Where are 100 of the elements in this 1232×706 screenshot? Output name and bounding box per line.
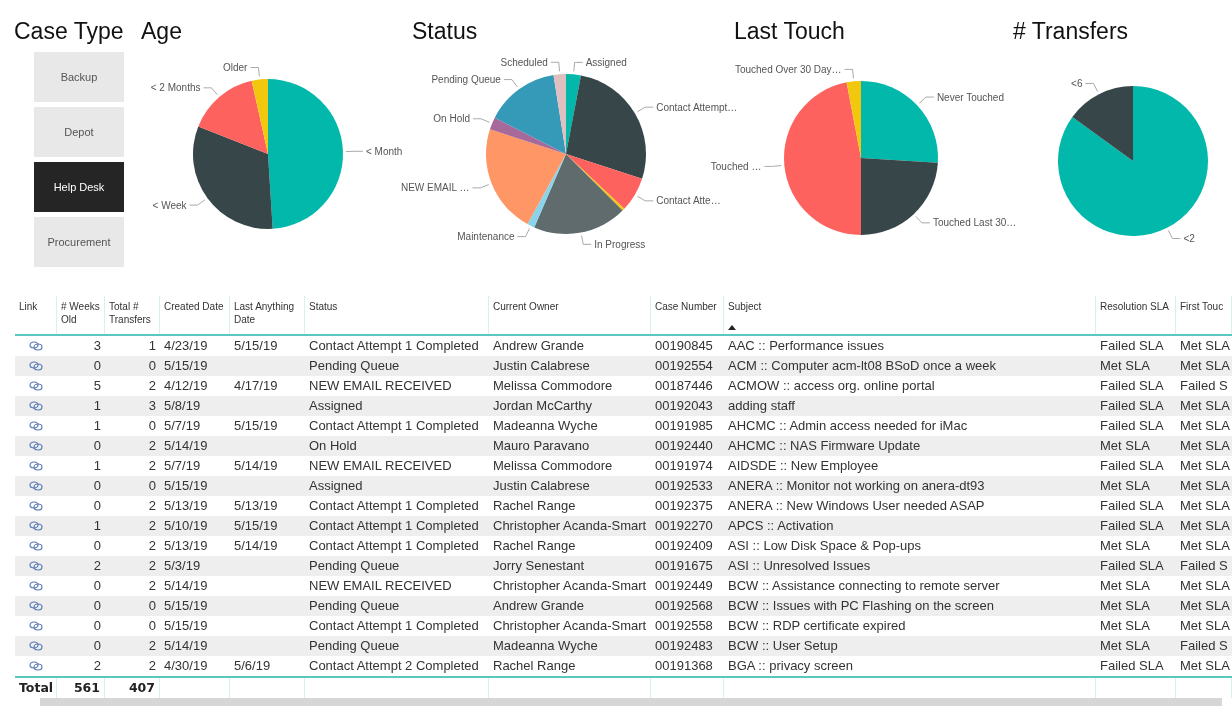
horizontal-scrollbar[interactable]	[40, 698, 1222, 706]
resolution-sla-cell-text: Failed SLA	[1099, 557, 1165, 576]
status-cell-text: Assigned	[308, 477, 364, 496]
subject-cell-text: ACMOW :: access org. online portal	[727, 377, 936, 396]
first-touch-cell-text: Met SLA	[1179, 357, 1231, 376]
first-touch-cell-text: Met SLA	[1179, 497, 1231, 516]
column-header[interactable]: Current Owner	[493, 300, 647, 313]
first-touch-cell-text: Met SLA	[1179, 417, 1231, 436]
leader-line	[203, 87, 218, 96]
case-number-cell-text: 00192449	[654, 577, 714, 596]
leader-line	[763, 165, 782, 167]
chain-link-icon[interactable]	[29, 401, 43, 412]
first-touch-cell-text: Met SLA	[1179, 337, 1231, 356]
case-number-cell-text: 00192409	[654, 537, 714, 556]
first-touch-cell-text: Met SLA	[1179, 437, 1231, 456]
slice-label: <2	[1183, 233, 1195, 244]
subject-cell-text: ASI :: Unresolved Issues	[727, 557, 872, 576]
resolution-sla-cell-text: Met SLA	[1099, 477, 1151, 496]
status-cell-text: Pending Queue	[308, 357, 401, 376]
slice-label: < Month	[365, 145, 403, 157]
slice-label: Assigned	[585, 56, 627, 68]
chain-link-icon[interactable]	[29, 661, 43, 672]
leader-line	[550, 61, 560, 72]
leader-line	[1167, 230, 1181, 239]
chain-link-icon[interactable]	[29, 621, 43, 632]
subject-cell-text: BCW :: Assistance connecting to remote server	[727, 577, 1001, 596]
slice-label: Maintenance	[457, 231, 515, 243]
transfers-cell-text: 2	[147, 437, 157, 456]
column-header[interactable]: Link	[19, 300, 53, 313]
created-date-cell-text: 5/3/19	[163, 557, 202, 576]
chart-title: # Transfers	[1013, 18, 1130, 46]
chain-link-icon[interactable]	[29, 461, 43, 472]
case-number-cell-text: 00187446	[654, 377, 714, 396]
subject-cell-text: BGA :: privacy screen	[727, 657, 854, 676]
leader-line	[636, 195, 654, 202]
status-cell-text: Contact Attempt 1 Completed	[308, 337, 480, 356]
column-header[interactable]: # Weeks Old	[61, 300, 101, 326]
case-number-cell-text: 00192568	[654, 597, 714, 616]
owner-cell-text: Christopher Acanda-Smart	[492, 517, 648, 536]
resolution-sla-cell-text: Met SLA	[1099, 637, 1151, 656]
chain-link-icon[interactable]	[29, 641, 43, 652]
weeks-old-cell-text: 1	[92, 397, 102, 416]
status-cell-text: NEW EMAIL RECEIVED	[308, 377, 453, 396]
transfers-cell-text: 2	[147, 557, 157, 576]
status-cell-text: Contact Attempt 1 Completed	[308, 537, 480, 556]
weeks-old-cell-text: 0	[92, 577, 102, 596]
slice-label: Scheduled	[500, 56, 548, 68]
column-header[interactable]: Total # Transfers	[109, 300, 156, 326]
case-type-button[interactable]: Depot	[34, 107, 124, 157]
column-header[interactable]: Status	[309, 300, 485, 313]
transfers-cell-text: 2	[147, 517, 157, 536]
case-type-button[interactable]: Backup	[34, 52, 124, 102]
first-touch-cell-text: Met SLA	[1179, 457, 1231, 476]
resolution-sla-cell-text: Met SLA	[1099, 577, 1151, 596]
resolution-sla-cell-text: Failed SLA	[1099, 377, 1165, 396]
column-header[interactable]: Subject	[728, 300, 1092, 313]
chain-link-icon[interactable]	[29, 421, 43, 432]
owner-cell-text: Rachel Range	[492, 657, 577, 676]
leader-line	[573, 61, 584, 72]
column-header[interactable]: Case Number	[655, 300, 720, 313]
resolution-sla-cell-text: Failed SLA	[1099, 417, 1165, 436]
chain-link-icon[interactable]	[29, 341, 43, 352]
first-touch-cell-text: Met SLA	[1179, 537, 1231, 556]
chain-link-icon[interactable]	[29, 601, 43, 612]
leader-line	[636, 106, 654, 113]
chain-link-icon[interactable]	[29, 481, 43, 492]
last-date-cell-text: 4/17/19	[233, 377, 279, 396]
chain-link-icon[interactable]	[29, 521, 43, 532]
first-touch-cell-text: Failed S	[1179, 377, 1229, 396]
last-date-cell-text: 5/14/19	[233, 457, 279, 476]
case-type-button[interactable]: Help Desk	[34, 162, 124, 212]
first-touch-cell-text: Met SLA	[1179, 577, 1231, 596]
created-date-cell-text: 5/15/19	[163, 617, 209, 636]
column-header[interactable]: Created Date	[164, 300, 226, 313]
resolution-sla-cell-text: Failed SLA	[1099, 397, 1165, 416]
transfers-cell-text: 0	[147, 597, 157, 616]
column-header[interactable]: Resolution SLA	[1100, 300, 1172, 313]
subject-cell-text: ACM :: Computer acm-lt08 BSoD once a week	[727, 357, 998, 376]
chain-link-icon[interactable]	[29, 501, 43, 512]
column-header[interactable]: Last Anything Date	[234, 300, 301, 326]
slice-label: <6	[1071, 78, 1083, 89]
status-cell-text: NEW EMAIL RECEIVED	[308, 457, 453, 476]
resolution-sla-cell-text: Met SLA	[1099, 537, 1151, 556]
resolution-sla-cell-text: Met SLA	[1099, 357, 1151, 376]
created-date-cell-text: 4/23/19	[163, 337, 209, 356]
leader-line	[472, 118, 490, 123]
first-touch-cell-text: Met SLA	[1179, 477, 1231, 496]
case-type-button[interactable]: Procurement	[34, 217, 124, 267]
status-cell-text: On Hold	[308, 437, 358, 456]
column-header[interactable]: First Touc	[1180, 300, 1228, 313]
chain-link-icon[interactable]	[29, 581, 43, 592]
chain-link-icon[interactable]	[29, 541, 43, 552]
chain-link-icon[interactable]	[29, 381, 43, 392]
first-touch-cell-text: Met SLA	[1179, 397, 1231, 416]
slice-label: Touched Over 30 Day…	[734, 63, 842, 75]
transfers-cell-text: 3	[147, 397, 157, 416]
chain-link-icon[interactable]	[29, 561, 43, 572]
chain-link-icon[interactable]	[29, 361, 43, 372]
leader-line	[503, 79, 518, 88]
chain-link-icon[interactable]	[29, 441, 43, 452]
